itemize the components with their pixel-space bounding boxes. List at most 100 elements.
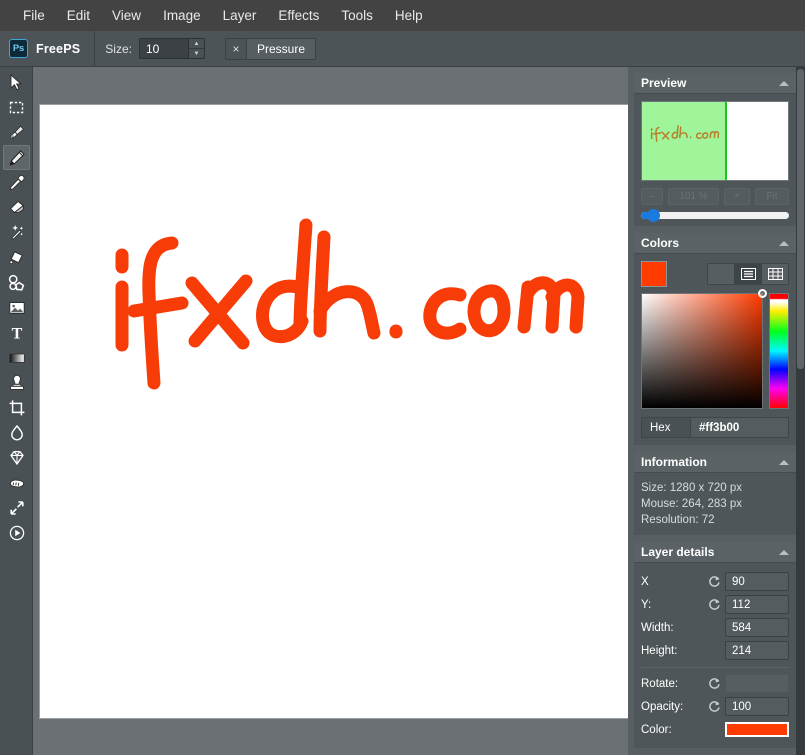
right-panel-scrollbar[interactable] <box>796 67 805 755</box>
magic-wand-tool[interactable] <box>3 220 30 245</box>
layer-y-input[interactable]: 112 <box>725 595 789 614</box>
layer-width-input[interactable]: 584 <box>725 618 789 637</box>
reset-icon[interactable] <box>703 677 725 690</box>
layer-rotate-input[interactable] <box>725 674 789 693</box>
information-panel-body: Size: 1280 x 720 px Mouse: 264, 283 px R… <box>634 473 796 535</box>
layer-color-swatch[interactable] <box>725 722 789 737</box>
foreground-color-swatch[interactable] <box>641 261 667 287</box>
pressure-group: × Pressure <box>215 31 326 67</box>
brush-size-input[interactable] <box>139 39 188 58</box>
menu-item-tools[interactable]: Tools <box>330 4 384 28</box>
pressure-label[interactable]: Pressure <box>246 38 315 59</box>
chevron-up-icon[interactable] <box>779 240 789 246</box>
preview-zoom-slider-knob[interactable] <box>647 209 660 222</box>
brush-size-group: Size: ▲ ▼ <box>95 31 215 67</box>
menu-item-image[interactable]: Image <box>152 4 212 28</box>
crop-tool[interactable] <box>3 395 30 420</box>
reset-icon[interactable] <box>703 700 725 713</box>
menu-item-edit[interactable]: Edit <box>56 4 101 28</box>
layer-details-panel-header[interactable]: Layer details <box>634 542 796 563</box>
eyedropper-tool[interactable] <box>3 170 30 195</box>
information-panel-header[interactable]: Information <box>634 452 796 473</box>
menu-item-layer[interactable]: Layer <box>212 4 268 28</box>
zoom-in-button[interactable]: + <box>724 188 750 205</box>
color-picker-cursor[interactable] <box>758 289 767 298</box>
image-tool[interactable] <box>3 295 30 320</box>
paintbrush-tool[interactable] <box>3 120 30 145</box>
brush-size-stepper[interactable]: ▲ ▼ <box>138 38 205 59</box>
menu-item-file[interactable]: File <box>12 4 56 28</box>
svg-text:T: T <box>11 325 22 342</box>
layer-height-input[interactable]: 214 <box>725 641 789 660</box>
reset-icon[interactable] <box>703 575 725 588</box>
chevron-up-icon[interactable] <box>779 80 789 86</box>
sharpen-tool[interactable] <box>3 445 30 470</box>
chevron-up-icon[interactable]: ▲ <box>188 39 204 49</box>
tool-palette: T <box>0 67 33 755</box>
canvas-artwork <box>100 215 600 405</box>
stamp-tool[interactable] <box>3 370 30 395</box>
freeps-window: File Edit View Image Layer Effects Tools… <box>0 0 805 755</box>
saturation-value-box[interactable] <box>641 289 767 409</box>
menu-item-effects[interactable]: Effects <box>267 4 330 28</box>
layer-details-panel-body: X 90 Y: 112 Width: 584 Height: 214 Rotat… <box>634 563 796 748</box>
zoom-fit-button[interactable]: Fit <box>755 188 789 205</box>
gradient-tool[interactable] <box>3 345 30 370</box>
chevron-up-icon[interactable] <box>779 549 789 555</box>
preview-zoom-slider[interactable] <box>641 209 789 222</box>
preview-thumbnail[interactable] <box>641 101 789 181</box>
layer-details-divider <box>641 667 789 668</box>
layer-details-panel: Layer details X 90 Y: 112 Width: 584 Hei… <box>634 91 803 748</box>
hex-field-row: Hex #ff3b00 <box>641 417 789 438</box>
layer-width-row: Width: 584 <box>641 616 789 639</box>
zoom-out-button[interactable]: – <box>641 188 663 205</box>
shapes-tool[interactable] <box>3 270 30 295</box>
layer-opacity-label: Opacity: <box>641 700 684 713</box>
hue-slider[interactable] <box>769 293 789 409</box>
paint-bucket-tool[interactable] <box>3 245 30 270</box>
menu-item-view[interactable]: View <box>101 4 152 28</box>
layer-x-input[interactable]: 90 <box>725 572 789 591</box>
smudge-tool[interactable] <box>3 470 30 495</box>
app-logo-icon: Ps <box>9 39 28 58</box>
close-icon[interactable]: × <box>225 38 247 59</box>
color-mode-row <box>641 261 789 287</box>
colors-panel: Colors Hex #ff3b00 <box>634 233 796 445</box>
wheel-mode-button[interactable] <box>707 263 735 285</box>
preview-selected-region[interactable] <box>642 102 727 180</box>
colors-panel-header[interactable]: Colors <box>634 233 796 254</box>
move-tool[interactable] <box>3 70 30 95</box>
rectangular-marquee-tool[interactable] <box>3 95 30 120</box>
text-tool[interactable]: T <box>3 320 30 345</box>
eraser-tool[interactable] <box>3 195 30 220</box>
pressure-toggle[interactable]: × Pressure <box>224 37 316 60</box>
layer-y-label: Y: <box>641 598 652 611</box>
colors-panel-body: Hex #ff3b00 <box>634 254 796 445</box>
hex-label: Hex <box>642 418 690 437</box>
layer-details-panel-title: Layer details <box>641 545 715 559</box>
layer-rotate-row: Rotate: <box>641 672 789 695</box>
chevron-up-icon[interactable] <box>779 459 789 465</box>
brush-size-arrows[interactable]: ▲ ▼ <box>187 39 204 58</box>
menu-item-help[interactable]: Help <box>384 4 434 28</box>
right-panel-scrollbar-thumb[interactable] <box>797 69 804 369</box>
record-tool[interactable] <box>3 520 30 545</box>
preview-mini-artwork <box>650 124 720 142</box>
reset-icon[interactable] <box>703 598 725 611</box>
layer-height-label: Height: <box>641 644 678 657</box>
zoom-level-display[interactable]: 101 % <box>668 188 719 205</box>
canvas-sheet[interactable] <box>40 105 628 718</box>
layer-opacity-input[interactable]: 100 <box>725 697 789 716</box>
palette-mode-button[interactable] <box>761 263 789 285</box>
canvas-workspace[interactable] <box>33 67 628 755</box>
chevron-down-icon[interactable]: ▼ <box>189 49 204 58</box>
resize-tool[interactable] <box>3 495 30 520</box>
color-mode-buttons <box>707 263 789 285</box>
blur-tool[interactable] <box>3 420 30 445</box>
preview-unselected-region[interactable] <box>726 102 788 180</box>
pencil-tool[interactable] <box>3 145 30 170</box>
sliders-mode-button[interactable] <box>734 263 762 285</box>
layer-x-row: X 90 <box>641 570 789 593</box>
preview-panel-header[interactable]: Preview <box>634 73 796 94</box>
hex-input[interactable]: #ff3b00 <box>690 418 788 437</box>
